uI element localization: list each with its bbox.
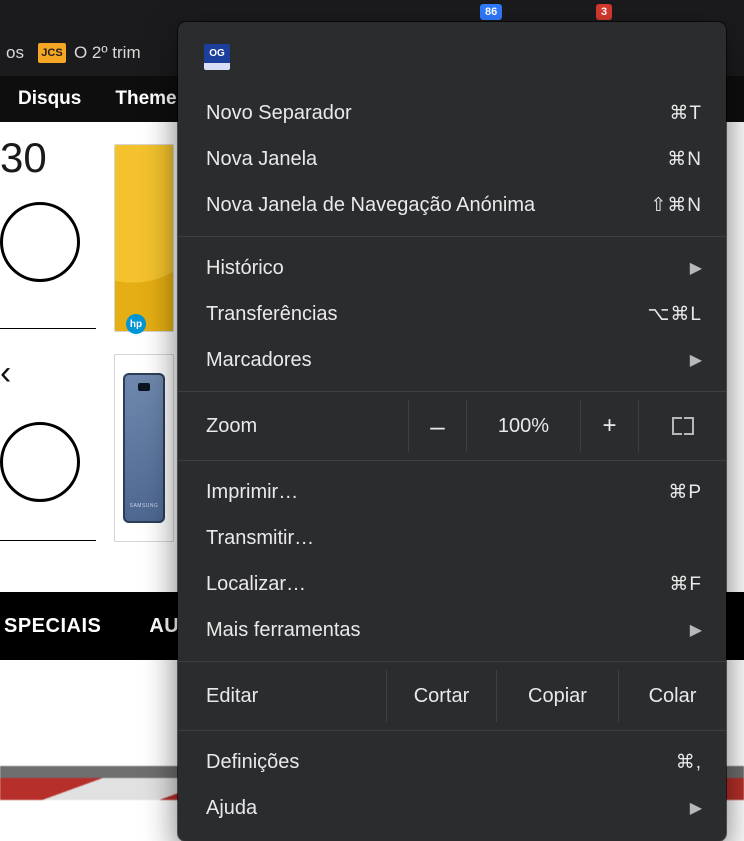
menu-separator [178, 460, 726, 461]
edit-copy-button[interactable]: Copiar [496, 670, 618, 722]
menu-item-label: Novo Separador [206, 102, 669, 125]
browser-main-menu: OG Novo Separador ⌘T Nova Janela ⌘N Nova… [178, 22, 726, 841]
menu-item-label: Histórico [206, 257, 690, 280]
nav-item-disqus[interactable]: Disqus [18, 88, 81, 110]
profile-badge-text: OG [204, 44, 230, 63]
badge-86: 86 [480, 4, 502, 20]
menu-item-print[interactable]: Imprimir… ⌘P [178, 469, 726, 515]
zoom-out-button[interactable]: – [408, 400, 466, 452]
menu-item-downloads[interactable]: Transferências ⌥⌘L [178, 291, 726, 337]
menu-item-settings[interactable]: Definições ⌘, [178, 739, 726, 785]
menu-item-shortcut: ⌘F [669, 573, 702, 596]
badge-3: 3 [596, 4, 612, 20]
chevron-right-icon: ▶ [690, 350, 702, 370]
menu-item-help[interactable]: Ajuda ▶ [178, 785, 726, 831]
menu-separator [178, 391, 726, 392]
fullscreen-icon [672, 417, 694, 435]
menu-item-shortcut: ⌘T [669, 102, 702, 125]
menu-item-incognito[interactable]: Nova Janela de Navegação Anónima ⇧⌘N [178, 182, 726, 228]
menu-item-more-tools[interactable]: Mais ferramentas ▶ [178, 607, 726, 653]
menu-item-shortcut: ⌘, [676, 751, 702, 774]
menu-item-label: Mais ferramentas [206, 619, 690, 642]
separator-2 [0, 540, 96, 541]
product-thumb-1 [115, 145, 173, 331]
edit-cut-button[interactable]: Cortar [386, 670, 496, 722]
phone-brand-label: SAMSUNG [123, 503, 165, 509]
chevron-right-icon: ▶ [690, 258, 702, 278]
menu-item-label: Transferências [206, 303, 648, 326]
circle-glyph-2 [0, 422, 80, 502]
hp-logo-icon: hp [126, 314, 146, 334]
menu-separator [178, 236, 726, 237]
chevron-right-icon: ▶ [690, 620, 702, 640]
separator-1 [0, 328, 96, 329]
menu-item-cast[interactable]: Transmitir… [178, 515, 726, 561]
bookmark-item-label: O 2º trim [74, 43, 141, 63]
edit-label: Editar [206, 685, 386, 708]
menu-item-label: Transmitir… [206, 527, 702, 550]
menu-item-label: Marcadores [206, 349, 690, 372]
menu-item-shortcut: ⌘N [667, 148, 702, 171]
edit-paste-button[interactable]: Colar [618, 670, 726, 722]
menu-item-edit: Editar Cortar Copiar Colar [178, 670, 726, 722]
menu-item-shortcut: ⇧⌘N [650, 194, 702, 217]
chevron-right-icon: ▶ [690, 798, 702, 818]
menu-item-label: Nova Janela de Navegação Anónima [206, 194, 650, 217]
menu-item-new-tab[interactable]: Novo Separador ⌘T [178, 90, 726, 136]
menu-item-label: Imprimir… [206, 481, 668, 504]
bookmark-item-os[interactable]: os [6, 43, 24, 63]
menu-item-bookmarks[interactable]: Marcadores ▶ [178, 337, 726, 383]
menu-item-label: Localizar… [206, 573, 669, 596]
profile-badge[interactable]: OG [204, 44, 230, 70]
large-number: 30 [0, 134, 47, 182]
menu-item-history[interactable]: Histórico ▶ [178, 245, 726, 291]
category-au[interactable]: AU [149, 615, 179, 638]
zoom-percent: 100% [466, 400, 580, 452]
menu-item-find[interactable]: Localizar… ⌘F [178, 561, 726, 607]
menu-item-new-window[interactable]: Nova Janela ⌘N [178, 136, 726, 182]
zoom-in-button[interactable]: + [580, 400, 638, 452]
fullscreen-button[interactable] [638, 400, 726, 452]
nav-item-theme[interactable]: Theme [115, 88, 176, 110]
bookmark-item-jcs[interactable]: JCS O 2º trim [38, 43, 141, 63]
product-thumb-2: SAMSUNG [115, 355, 173, 541]
product-card-1[interactable] [114, 144, 174, 332]
chevron-left-icon[interactable]: ‹ [0, 354, 11, 393]
menu-item-label: Definições [206, 751, 676, 774]
menu-item-label: Nova Janela [206, 148, 667, 171]
menu-item-shortcut: ⌥⌘L [648, 303, 702, 326]
menu-separator [178, 730, 726, 731]
menu-item-zoom: Zoom – 100% + [178, 400, 726, 452]
circle-glyph-1 [0, 202, 80, 282]
menu-item-shortcut: ⌘P [668, 481, 702, 504]
product-card-2[interactable]: SAMSUNG [114, 354, 174, 542]
zoom-label: Zoom [206, 415, 408, 438]
jcs-icon: JCS [38, 43, 66, 63]
category-especiais[interactable]: SPECIAIS [4, 615, 101, 638]
menu-separator [178, 661, 726, 662]
